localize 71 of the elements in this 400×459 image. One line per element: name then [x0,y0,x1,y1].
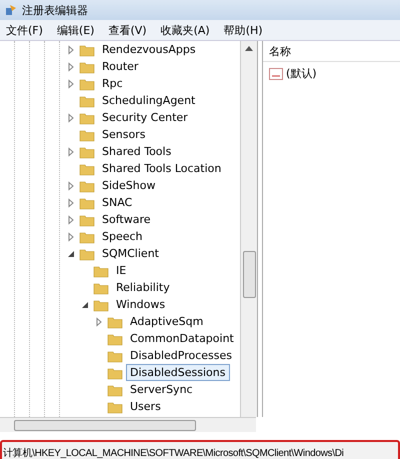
tree-item[interactable]: Security Center [98,109,192,126]
app-icon [4,3,18,17]
collapse-arrow-icon[interactable] [80,300,90,310]
folder-icon [93,298,109,312]
tree-item[interactable]: Software [98,211,154,228]
horizontal-scrollbar[interactable] [0,417,256,432]
tree-item[interactable]: Sensors [98,126,150,143]
folder-icon [93,264,109,278]
folder-icon [107,332,123,346]
tree-item[interactable]: DisabledProcesses [126,347,236,364]
tree-item[interactable]: Rpc [98,75,127,92]
scrollbar-thumb[interactable] [243,251,256,298]
expand-arrow-icon[interactable] [66,214,76,224]
tree-item[interactable]: Reliability [112,279,174,296]
folder-icon [79,196,95,210]
expand-arrow-icon[interactable] [66,146,76,156]
folder-icon [79,110,95,124]
folder-icon [79,246,95,260]
folder-icon [107,382,123,396]
menu-item[interactable]: 收藏夹(A) [160,22,210,38]
string-value-icon [269,68,283,80]
tree-item[interactable]: Users [126,398,165,415]
folder-icon [79,128,95,142]
tree-item[interactable]: AdaptiveSqm [126,313,208,330]
expand-arrow-icon[interactable] [66,62,76,72]
expand-arrow-icon[interactable] [66,180,76,190]
tree-item[interactable]: SNAC [98,194,136,211]
window-title: 注册表编辑器 [22,2,88,18]
key-path-text: 计算机\HKEY_LOCAL_MACHINE\SOFTWARE\Microsoft\SQMClient\Windows\Di [3,446,344,459]
tree-item[interactable]: DisabledSessions [126,364,230,381]
scroll-up-arrow-icon[interactable] [245,45,253,51]
tree-item[interactable]: SchedulingAgent [98,92,200,109]
expand-arrow-icon[interactable] [66,232,76,242]
folder-icon [107,366,123,380]
tree-item[interactable]: Windows [112,296,170,313]
tree-item[interactable]: SQMClient [98,245,163,262]
folder-icon [79,94,95,108]
column-header[interactable]: 名称 [269,44,291,58]
folder-icon [79,144,95,158]
folder-icon [93,280,109,294]
tree-item[interactable]: CommonDatapoint [126,330,238,347]
folder-icon [107,400,123,414]
folder-icon [79,76,95,90]
tree-item[interactable]: Shared Tools [98,143,176,160]
tree-item[interactable]: Router [98,58,142,75]
folder-icon [107,314,123,328]
scrollbar-thumb[interactable] [14,420,196,431]
tree-item[interactable]: Speech [98,228,147,245]
tree-item[interactable]: IE [112,262,130,279]
vertical-scrollbar[interactable] [241,41,258,417]
folder-icon [79,60,95,74]
menu-item[interactable]: 文件(F) [6,22,43,38]
expand-arrow-icon[interactable] [66,44,76,54]
folder-icon [79,230,95,244]
expand-arrow-icon[interactable] [94,316,104,326]
tree-item[interactable]: RendezvousApps [98,41,200,58]
tree-item[interactable]: SideShow [98,177,160,194]
expand-arrow-icon[interactable] [66,78,76,88]
menu-item[interactable]: 编辑(E) [56,22,94,38]
value-name[interactable]: (默认) [286,66,317,81]
collapse-arrow-icon[interactable] [66,248,76,258]
menu-item[interactable]: 查看(V) [108,22,147,38]
folder-icon [79,178,95,192]
tree-item[interactable]: ServerSync [126,381,197,398]
folder-icon [107,348,123,362]
folder-icon [79,212,95,226]
expand-arrow-icon[interactable] [66,112,76,122]
tree-item[interactable]: Shared Tools Location [98,160,226,177]
folder-icon [79,162,95,176]
expand-arrow-icon[interactable] [66,198,76,208]
menu-item[interactable]: 帮助(H) [224,22,263,38]
